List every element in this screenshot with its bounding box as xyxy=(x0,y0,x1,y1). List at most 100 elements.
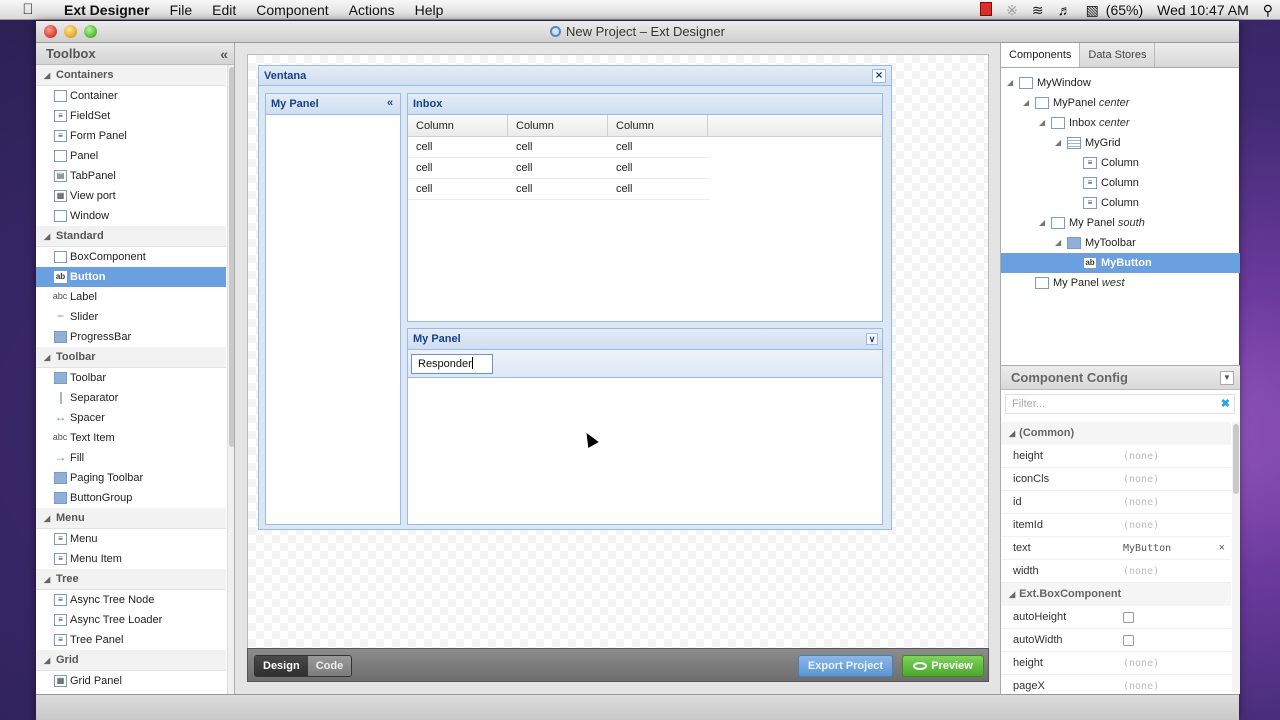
menu-help[interactable]: Help xyxy=(405,0,454,20)
toolbox-group-tree[interactable]: ◢ Tree xyxy=(36,569,226,590)
battery-icon[interactable]: ▧ xyxy=(1079,2,1106,19)
design-tab[interactable]: Design xyxy=(255,656,308,676)
collapse-triangle-icon[interactable]: ◢ xyxy=(1055,233,1061,253)
toolbox-item-panel[interactable]: Panel xyxy=(36,146,226,166)
tree-node-mywindow[interactable]: ◢ MyWindow xyxy=(1001,73,1240,93)
export-project-button[interactable]: Export Project xyxy=(798,655,893,677)
property-row[interactable]: id (none) xyxy=(1001,491,1231,514)
toolbox-group-toolbar[interactable]: ◢ Toolbar xyxy=(36,347,226,368)
close-icon[interactable]: × xyxy=(872,69,886,83)
tree-node-mytoolbar[interactable]: ◢ MyToolbar xyxy=(1001,233,1240,253)
ventana-header[interactable]: Ventana × xyxy=(259,66,891,86)
window-titlebar[interactable]: New Project – Ext Designer xyxy=(36,21,1239,43)
tree-node-mybutton[interactable]: ab MyButton xyxy=(1001,253,1240,273)
spotlight-search-icon[interactable]: ⚲ xyxy=(1256,2,1280,19)
config-scrollbar[interactable] xyxy=(1232,422,1240,692)
collapse-triangle-icon[interactable]: ◢ xyxy=(1023,93,1029,113)
tree-node-mypanel-west[interactable]: My Panel west xyxy=(1001,273,1240,293)
clear-filter-icon[interactable]: ✖ xyxy=(1221,395,1230,413)
toolbox-item-label[interactable]: abc Label xyxy=(36,287,226,307)
toolbox-item-separator[interactable]: Separator xyxy=(36,388,226,408)
toolbox-scroll-thumb[interactable] xyxy=(229,67,234,447)
tab-components[interactable]: Components xyxy=(1001,43,1081,67)
property-row[interactable]: autoHeight xyxy=(1001,606,1231,629)
collapse-triangle-icon[interactable]: ◢ xyxy=(1039,113,1045,133)
minimize-window-button[interactable] xyxy=(64,25,77,38)
toolbox-item-buttongroup[interactable]: ButtonGroup xyxy=(36,488,226,508)
property-group-common[interactable]: ◢ (Common) xyxy=(1001,422,1231,445)
property-row[interactable]: autoWidth xyxy=(1001,629,1231,652)
apple-icon[interactable]:  xyxy=(18,1,38,18)
toolbox-item-progressbar[interactable]: ProgressBar xyxy=(36,327,226,347)
property-row[interactable]: width (none) xyxy=(1001,560,1231,583)
toolbox-scrollbar[interactable] xyxy=(227,65,234,694)
tree-node-mygrid[interactable]: ◢ MyGrid xyxy=(1001,133,1240,153)
toolbox-group-containers[interactable]: ◢ Containers xyxy=(36,65,226,86)
preview-button[interactable]: Preview xyxy=(902,655,984,677)
toolbox-item-slider[interactable]: − Slider xyxy=(36,307,226,327)
table-row[interactable]: cell cell cell xyxy=(408,179,710,200)
collapse-down-icon[interactable]: ∨ xyxy=(866,333,878,345)
wifi-icon[interactable]: ≋ xyxy=(1025,2,1051,19)
toolbox-item-viewport[interactable]: ▦ View port xyxy=(36,186,226,206)
collapse-left-icon[interactable]: « xyxy=(384,98,396,110)
toolbox-item-toolbar[interactable]: Toolbar xyxy=(36,368,226,388)
menu-file[interactable]: File xyxy=(160,0,203,20)
collapse-toolbox-icon[interactable]: « xyxy=(220,43,228,65)
tree-node-mypanel-center[interactable]: ◢ MyPanel center xyxy=(1001,93,1240,113)
autowidth-checkbox[interactable] xyxy=(1123,635,1134,646)
menu-component[interactable]: Component xyxy=(246,0,338,20)
property-row[interactable]: height (none) xyxy=(1001,445,1231,468)
property-row-text[interactable]: text MyButton × xyxy=(1001,537,1231,560)
west-panel[interactable]: My Panel « xyxy=(265,93,401,525)
table-row[interactable]: cell cell cell xyxy=(408,137,710,158)
property-group-boxcomponent[interactable]: ◢ Ext.BoxComponent xyxy=(1001,583,1231,606)
menu-actions[interactable]: Actions xyxy=(339,0,405,20)
property-row[interactable]: iconCls (none) xyxy=(1001,468,1231,491)
toolbox-item-text-item[interactable]: abc Text Item xyxy=(36,428,226,448)
toolbox-item-tabpanel[interactable]: ▤ TabPanel xyxy=(36,166,226,186)
grid-column-header[interactable]: Column xyxy=(608,115,708,136)
toolbox-item-fill[interactable]: → Fill xyxy=(36,448,226,468)
recording-indicator-icon[interactable] xyxy=(973,1,999,19)
toolbox-item-fieldset[interactable]: ≡ FieldSet xyxy=(36,106,226,126)
collapse-triangle-icon[interactable]: ◢ xyxy=(1007,73,1013,93)
toolbox-item-button[interactable]: ab Button xyxy=(36,267,226,287)
toolbox-item-async-tree-node[interactable]: ≡ Async Tree Node xyxy=(36,590,226,610)
toolbox-group-standard[interactable]: ◢ Standard xyxy=(36,226,226,247)
toolbox-item-container[interactable]: Container xyxy=(36,86,226,106)
toolbox-item-async-tree-loader[interactable]: ≡ Async Tree Loader xyxy=(36,610,226,630)
clock[interactable]: Wed 10:47 AM xyxy=(1150,2,1256,18)
responder-button-edit-field[interactable]: Responder xyxy=(411,354,493,374)
zoom-window-button[interactable] xyxy=(84,25,97,38)
toolbox-item-tree-panel[interactable]: ≡ Tree Panel xyxy=(36,630,226,650)
inbox-panel[interactable]: Inbox Column Column Column cell cell cel… xyxy=(407,93,883,322)
grid-column-header[interactable]: Column xyxy=(508,115,608,136)
toolbox-item-menu[interactable]: ≡ Menu xyxy=(36,529,226,549)
config-scroll-thumb[interactable] xyxy=(1233,424,1239,494)
grid-column-header[interactable]: Column xyxy=(408,115,508,136)
chevron-down-icon[interactable]: ▼ xyxy=(1220,371,1234,385)
toolbox-group-grid[interactable]: ◢ Grid xyxy=(36,650,226,671)
toolbox-item-window[interactable]: Window xyxy=(36,206,226,226)
toolbox-item-form-panel[interactable]: ≡ Form Panel xyxy=(36,126,226,146)
toolbox-item-boxcomponent[interactable]: BoxComponent xyxy=(36,247,226,267)
bluetooth-icon[interactable]: ※ xyxy=(999,2,1025,19)
toolbox-item-menu-item[interactable]: ≡ Menu Item xyxy=(36,549,226,569)
collapse-triangle-icon[interactable]: ◢ xyxy=(1055,133,1061,153)
collapse-triangle-icon[interactable]: ◢ xyxy=(1039,213,1045,233)
code-tab[interactable]: Code xyxy=(307,656,352,676)
menu-app-name[interactable]: Ext Designer xyxy=(54,0,160,20)
tree-node-column[interactable]: ≡ Column xyxy=(1001,153,1240,173)
filter-input[interactable]: Filter... ✖ xyxy=(1005,394,1235,414)
close-window-button[interactable] xyxy=(44,25,57,38)
menu-edit[interactable]: Edit xyxy=(202,0,246,20)
autoheight-checkbox[interactable] xyxy=(1123,612,1134,623)
table-row[interactable]: cell cell cell xyxy=(408,158,710,179)
tree-node-column[interactable]: ≡ Column xyxy=(1001,193,1240,213)
volume-icon[interactable]: ♬ xyxy=(1051,2,1079,18)
south-panel[interactable]: My Panel ∨ Responder xyxy=(407,328,883,525)
toolbox-item-paging-toolbar[interactable]: Paging Toolbar xyxy=(36,468,226,488)
window-component-ventana[interactable]: Ventana × My Panel « Inbox Column Column… xyxy=(258,65,892,530)
toolbox-item-spacer[interactable]: ↔ Spacer xyxy=(36,408,226,428)
